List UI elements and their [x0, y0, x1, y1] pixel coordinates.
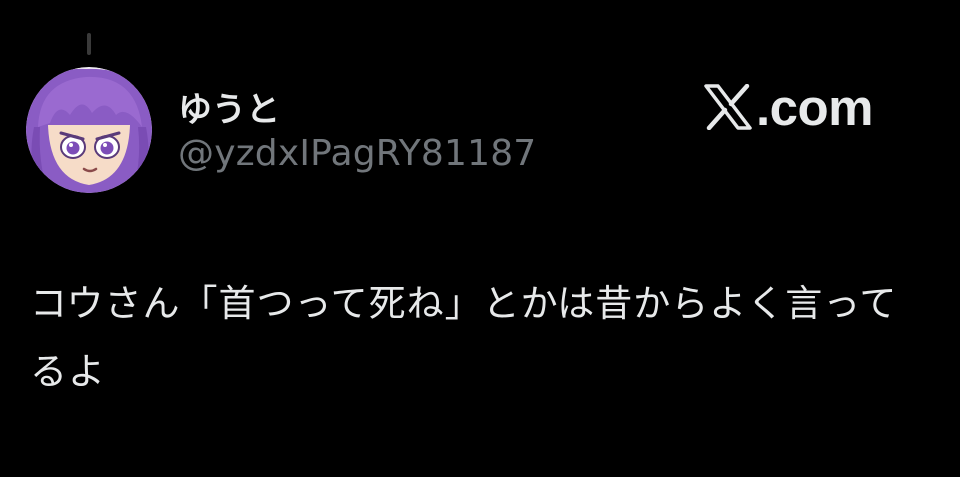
user-handle[interactable]: @yzdxIPagRY81187	[178, 133, 536, 174]
post-text: コウさん「首つって死ね」とかは昔からよく言ってるよ	[30, 282, 898, 393]
thread-connector-line	[87, 33, 91, 55]
x-logo-icon	[704, 84, 752, 130]
avatar-illustration	[26, 67, 152, 193]
brand-domain: .com	[756, 78, 874, 136]
brand-watermark: .com	[704, 77, 874, 137]
display-name[interactable]: ゆうと	[178, 82, 280, 131]
avatar[interactable]	[26, 67, 152, 193]
